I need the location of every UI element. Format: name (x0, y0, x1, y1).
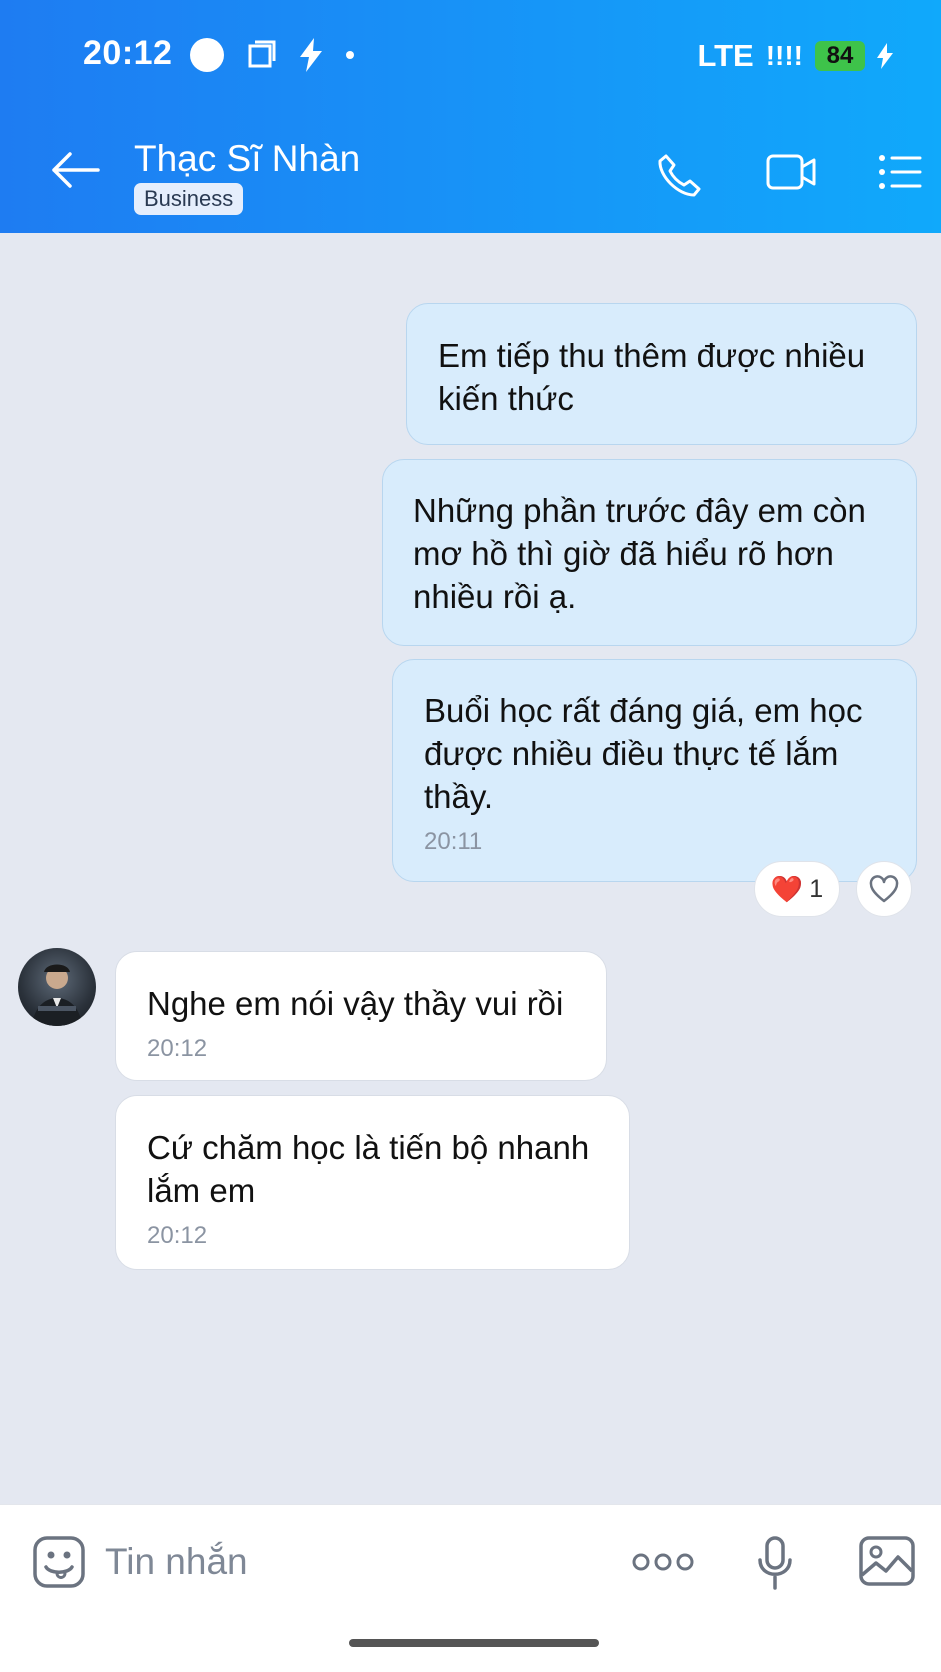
menu-list-icon[interactable] (878, 152, 922, 192)
back-arrow-icon[interactable] (50, 150, 100, 190)
signal-bars-icon: !!!! (765, 40, 803, 71)
network-type: LTE (697, 38, 754, 73)
screen-mirror-icon (248, 40, 276, 68)
chat-title[interactable]: Thạc Sĩ Nhàn (134, 138, 360, 180)
message-bubble-outgoing[interactable]: Những phần trước đây em còn mơ hồ thì gi… (382, 459, 917, 646)
message-text: Buổi học rất đáng giá, em học được nhiều… (424, 692, 863, 815)
reaction-count: 1 (809, 874, 824, 903)
battery-level: 84 (815, 41, 865, 71)
phone-icon[interactable] (656, 152, 702, 198)
microphone-icon[interactable] (756, 1535, 794, 1591)
status-notification-icons (190, 38, 354, 72)
message-input-bar: Tin nhắn (0, 1504, 941, 1672)
status-right: LTE !!!! 84 (697, 38, 893, 74)
message-text: Em tiếp thu thêm được nhiều kiến thức (438, 337, 866, 417)
more-options-icon[interactable] (632, 1551, 694, 1573)
video-camera-icon[interactable] (766, 152, 816, 192)
status-time: 20:12 (83, 34, 173, 72)
image-gallery-icon[interactable] (858, 1535, 916, 1587)
message-bubble-outgoing[interactable]: Buổi học rất đáng giá, em học được nhiều… (392, 659, 917, 882)
charging-icon (877, 43, 893, 69)
message-bubble-incoming[interactable]: Cứ chăm học là tiến bộ nhanh lắm em 20:1… (115, 1095, 630, 1270)
record-indicator-icon (190, 38, 224, 72)
heart-outline-icon (869, 875, 899, 903)
message-bubble-outgoing[interactable]: Em tiếp thu thêm được nhiều kiến thức (406, 303, 917, 445)
notification-dot-icon (346, 51, 354, 59)
reaction-summary[interactable]: ❤️ 1 (754, 861, 840, 917)
message-time: 20:12 (147, 1035, 208, 1062)
react-button[interactable] (856, 861, 912, 917)
chat-header: 20:12 LTE !!!! 84 Thạc Sĩ Nhàn Business (0, 0, 941, 233)
message-text: Những phần trước đây em còn mơ hồ thì gi… (413, 492, 866, 615)
home-indicator[interactable] (349, 1639, 599, 1647)
message-text: Nghe em nói vậy thầy vui rồi (147, 985, 564, 1022)
message-bubble-incoming[interactable]: Nghe em nói vậy thầy vui rồi 20:12 (115, 951, 607, 1081)
heart-reaction-icon: ❤️ (770, 873, 804, 904)
message-time: 20:11 (424, 828, 483, 855)
message-input[interactable]: Tin nhắn (105, 1541, 248, 1583)
sticker-emoji-icon[interactable] (32, 1535, 86, 1589)
message-text: Cứ chăm học là tiến bộ nhanh lắm em (147, 1129, 590, 1209)
lightning-icon (300, 38, 322, 72)
message-time: 20:12 (147, 1222, 208, 1249)
avatar-person-image (32, 964, 82, 1026)
avatar[interactable] (18, 948, 96, 1026)
business-badge: Business (134, 183, 244, 215)
